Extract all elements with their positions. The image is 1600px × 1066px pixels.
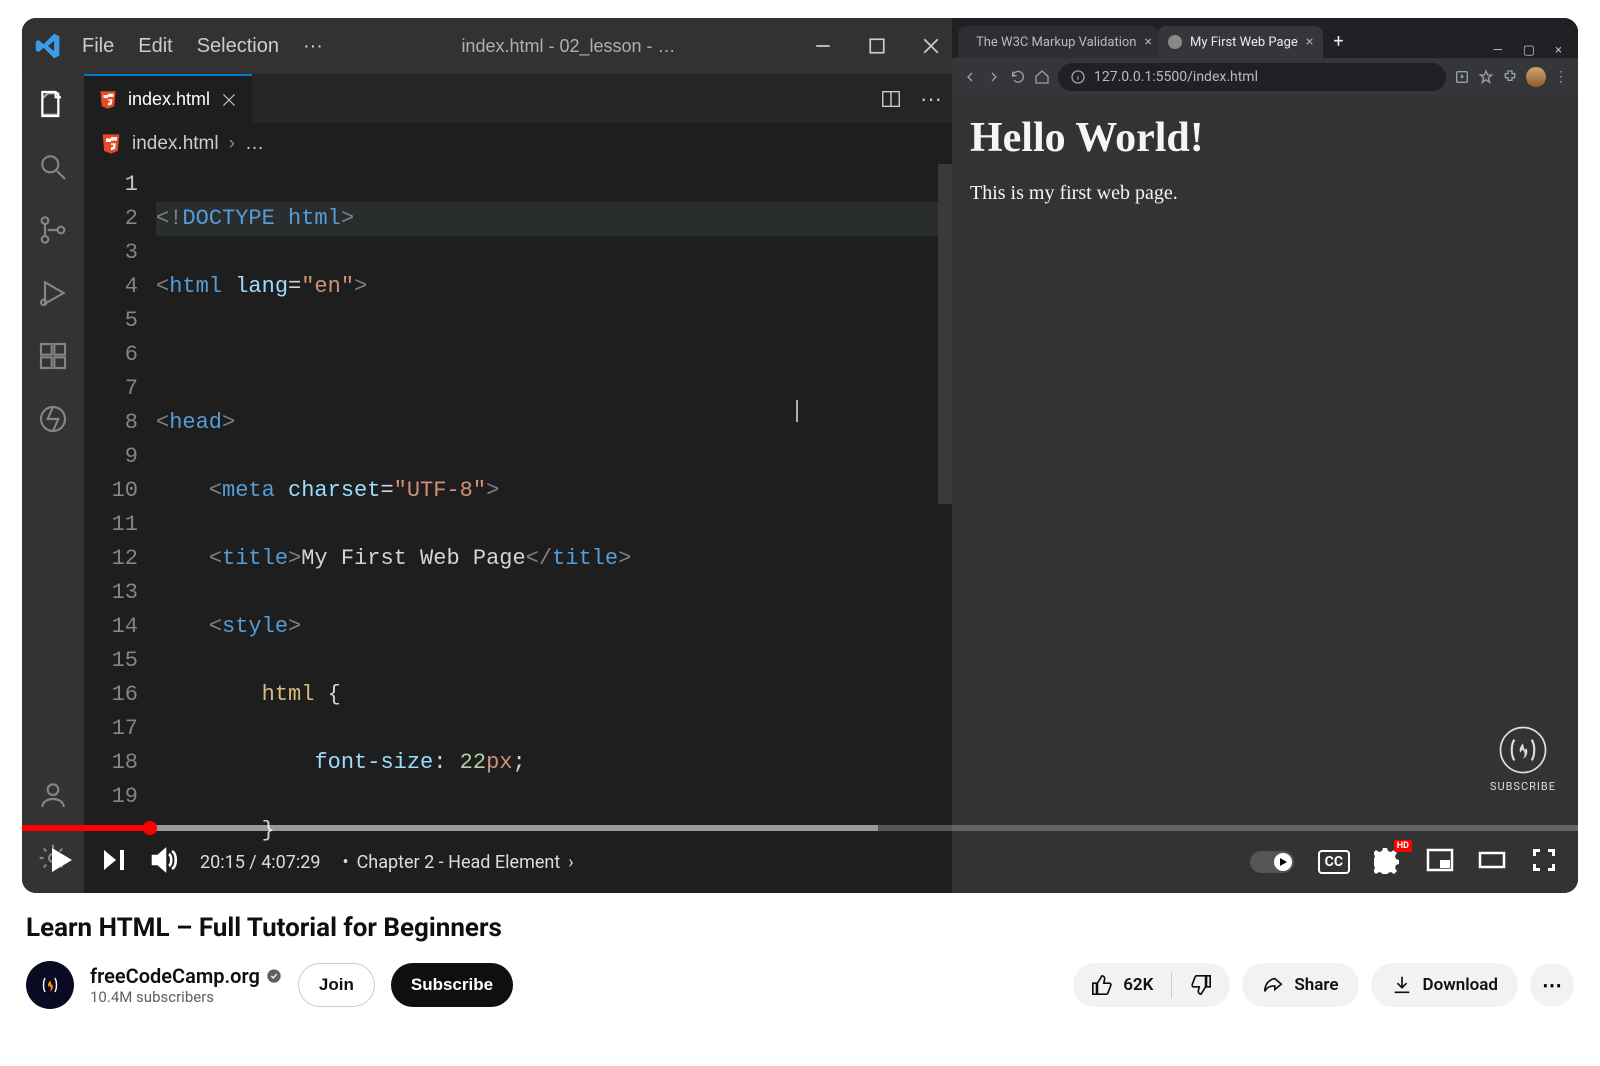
account-icon[interactable]: [37, 779, 69, 816]
theater-button[interactable]: [1478, 846, 1506, 878]
minimize-icon[interactable]: —: [1493, 43, 1503, 58]
maximize-icon[interactable]: ▢: [1523, 43, 1535, 58]
channel-name[interactable]: freeCodeCamp.org: [90, 964, 282, 988]
forward-icon[interactable]: [986, 69, 1002, 85]
split-editor-icon[interactable]: [880, 88, 902, 110]
menu-file[interactable]: File: [82, 35, 114, 58]
subscribe-button[interactable]: Subscribe: [391, 963, 513, 1007]
activity-bar: [22, 74, 84, 893]
vscode-pane: File Edit Selection ··· index.html - 02_…: [22, 18, 952, 893]
new-tab-icon[interactable]: +: [1323, 25, 1353, 58]
source-control-icon[interactable]: [37, 214, 69, 251]
channel-watermark[interactable]: SUBSCRIBE: [1490, 724, 1556, 793]
chevron-right-icon: ›: [229, 133, 235, 155]
maximize-icon[interactable]: [868, 37, 886, 55]
html5-icon: [100, 133, 122, 155]
tab-label: index.html: [128, 89, 210, 110]
address-bar[interactable]: 127.0.0.1:5500/index.html: [1058, 63, 1446, 91]
channel-row: freeCodeCamp.org 10.4M subscribers Join …: [26, 961, 1574, 1009]
more-actions-button[interactable]: ⋯: [1530, 963, 1574, 1007]
verified-icon: [266, 968, 282, 984]
close-icon[interactable]: [922, 37, 940, 55]
menu-overflow[interactable]: ···: [303, 35, 323, 58]
menu-selection[interactable]: Selection: [197, 35, 279, 58]
url-text: 127.0.0.1:5500/index.html: [1094, 69, 1258, 85]
volume-button[interactable]: [150, 846, 178, 878]
chevron-right-icon: ›: [568, 852, 573, 873]
chapter-indicator[interactable]: • Chapter 2 - Head Element ›: [343, 852, 574, 873]
extensions-icon[interactable]: [37, 340, 69, 377]
browser-tab-w3c[interactable]: The W3C Markup Validation ×: [958, 26, 1158, 58]
miniplayer-button[interactable]: [1426, 846, 1454, 878]
browser-viewport: Hello World! This is my first web page.: [952, 96, 1578, 893]
tab-close-icon[interactable]: [220, 91, 238, 109]
time-display: 20:15 / 4:07:29: [200, 852, 321, 873]
explorer-icon[interactable]: [37, 88, 69, 125]
share-button[interactable]: Share: [1242, 963, 1358, 1007]
like-button[interactable]: 62K: [1073, 974, 1171, 996]
video-player: File Edit Selection ··· index.html - 02_…: [22, 18, 1578, 893]
dislike-button[interactable]: [1172, 974, 1230, 996]
play-button[interactable]: [42, 842, 78, 882]
window-title: index.html - 02_lesson - …: [343, 36, 794, 57]
like-dislike-combo: 62K: [1073, 963, 1230, 1007]
browser-pane: The W3C Markup Validation × My First Web…: [952, 18, 1578, 893]
html5-icon: [98, 90, 118, 110]
page-paragraph: This is my first web page.: [970, 182, 1560, 205]
video-title: Learn HTML – Full Tutorial for Beginners: [26, 913, 1574, 943]
next-button[interactable]: [100, 846, 128, 878]
tab-index-html[interactable]: index.html: [84, 74, 252, 123]
breadcrumb-ellipsis: …: [245, 133, 264, 155]
code-editor[interactable]: 12345678910111213141516171819 <!DOCTYPE …: [84, 164, 952, 893]
video-meta: Learn HTML – Full Tutorial for Beginners…: [0, 893, 1600, 1029]
line-gutter: 12345678910111213141516171819: [84, 164, 156, 893]
install-icon[interactable]: [1454, 69, 1470, 85]
vscode-menu: File Edit Selection ···: [82, 35, 323, 58]
browser-menu-icon[interactable]: ⋮: [1554, 69, 1568, 85]
editor-area: index.html ··· index.html › …: [84, 74, 952, 893]
tab-bar: index.html ···: [84, 74, 952, 124]
page-heading: Hello World!: [970, 114, 1560, 162]
browser-toolbar: 127.0.0.1:5500/index.html ⋮: [952, 58, 1578, 96]
autoplay-toggle[interactable]: [1250, 851, 1294, 873]
more-actions-icon[interactable]: ···: [920, 86, 942, 112]
menu-edit[interactable]: Edit: [138, 35, 172, 58]
breadcrumb[interactable]: index.html › …: [84, 124, 952, 164]
minimize-icon[interactable]: [814, 37, 832, 55]
tab-close-icon[interactable]: ×: [1144, 34, 1151, 50]
tab-close-icon[interactable]: ×: [1306, 34, 1313, 50]
vscode-logo-icon: [34, 32, 62, 60]
extensions-icon[interactable]: [1502, 69, 1518, 85]
subscriber-count: 10.4M subscribers: [90, 988, 282, 1006]
vscode-titlebar: File Edit Selection ··· index.html - 02_…: [22, 18, 952, 74]
run-debug-icon[interactable]: [37, 277, 69, 314]
back-icon[interactable]: [962, 69, 978, 85]
join-button[interactable]: Join: [298, 963, 375, 1007]
download-button[interactable]: Download: [1371, 963, 1518, 1007]
fullscreen-button[interactable]: [1530, 846, 1558, 878]
channel-avatar[interactable]: [26, 961, 74, 1009]
close-icon[interactable]: ×: [1555, 43, 1562, 58]
info-icon: [1070, 69, 1086, 85]
hd-badge: HD: [1394, 840, 1412, 852]
code-content[interactable]: <!DOCTYPE html> <html lang="en"> <head> …: [156, 164, 952, 893]
browser-tabs: The W3C Markup Validation × My First Web…: [952, 18, 1578, 58]
home-icon[interactable]: [1034, 69, 1050, 85]
profile-avatar-icon[interactable]: [1526, 67, 1546, 87]
settings-button[interactable]: HD: [1374, 846, 1402, 878]
browser-tab-mypage[interactable]: My First Web Page ×: [1158, 26, 1323, 58]
breadcrumb-file: index.html: [132, 133, 219, 155]
captions-button[interactable]: CC: [1318, 850, 1350, 874]
star-icon[interactable]: [1478, 69, 1494, 85]
live-server-icon[interactable]: [37, 403, 69, 440]
text-cursor: [796, 400, 798, 422]
minimap[interactable]: [938, 164, 952, 504]
reload-icon[interactable]: [1010, 69, 1026, 85]
search-icon[interactable]: [37, 151, 69, 188]
player-controls: 20:15 / 4:07:29 • Chapter 2 - Head Eleme…: [22, 831, 1578, 893]
